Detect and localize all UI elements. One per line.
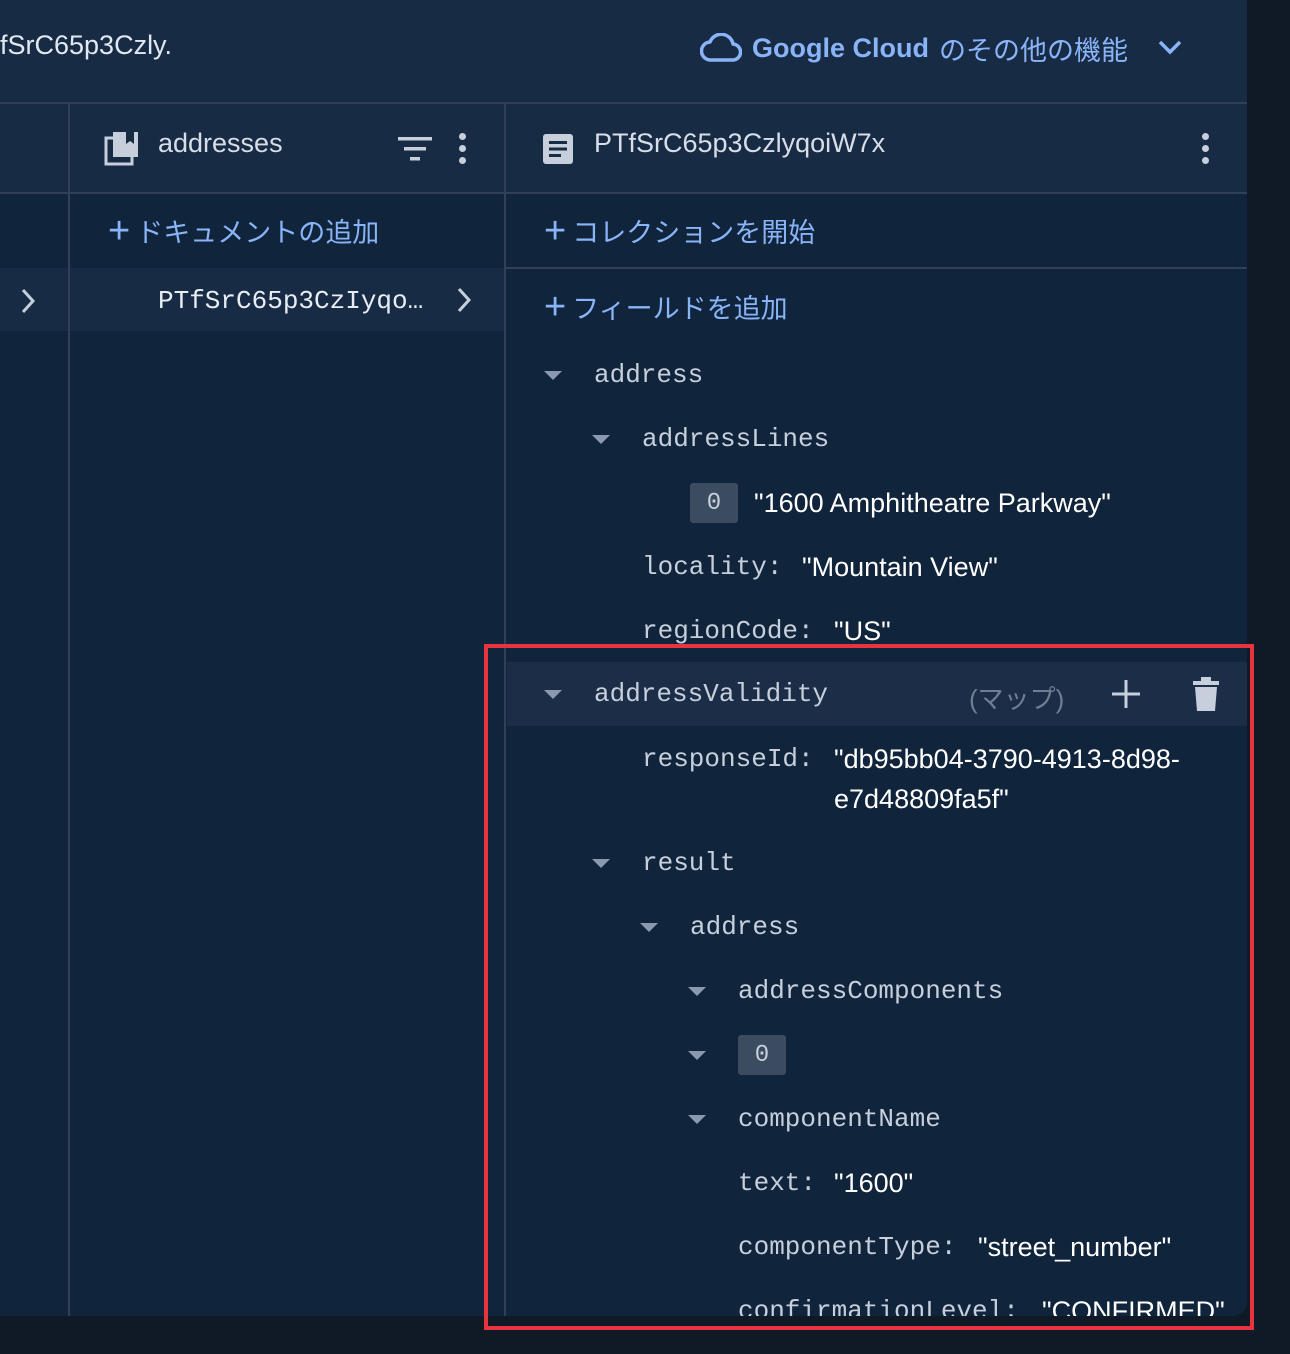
document-more-menu-icon[interactable] [1202, 133, 1210, 169]
collection-icon [104, 132, 138, 166]
collapse-arrow-icon[interactable] [640, 923, 658, 932]
root-column-header [0, 104, 68, 194]
collapse-arrow-icon[interactable] [688, 1051, 706, 1060]
field-value-responseid-line2: e7d48809fa5f" [834, 784, 1009, 814]
field-value-text: "1600" [834, 1168, 914, 1198]
add-document-label: ドキュメントの追加 [136, 218, 380, 248]
field-key-addressvalidity: addressValidity [594, 679, 829, 709]
field-key-text: text: [738, 1168, 817, 1198]
collapse-arrow-icon[interactable] [544, 371, 562, 380]
field-key-result: result [642, 848, 736, 878]
document-id: PTfSrC65p3CzlyqoiW7x [594, 128, 886, 158]
add-field-label: フィールドを追加 [572, 294, 788, 324]
filter-icon[interactable] [396, 134, 434, 164]
start-collection-label: コレクションを開始 [572, 218, 816, 248]
array-index-badge: 0 [690, 483, 738, 523]
cloud-icon [700, 33, 742, 62]
collapse-arrow-icon[interactable] [592, 859, 610, 868]
field-row-addressvalidity[interactable]: addressValidity (マップ) [507, 662, 1247, 726]
field-key-result-address: address [690, 912, 800, 942]
collapse-arrow-icon[interactable] [592, 435, 610, 444]
breadcrumb[interactable]: fSrC65p3Czly. [0, 30, 172, 61]
field-key-addresslines: addressLines [642, 424, 830, 454]
chevron-down-icon [1158, 40, 1182, 55]
start-collection-button[interactable]: + コレクションを開始 [544, 211, 815, 250]
field-key-responseid: responseId: [642, 744, 814, 774]
plus-icon: + [108, 209, 131, 252]
field-key-regioncode: regionCode: [642, 616, 814, 646]
top-bar: fSrC65p3Czly. Google Cloud のその他の機能 [0, 0, 1247, 104]
field-key-locality: locality: [642, 552, 783, 582]
firestore-panel: fSrC65p3Czly. Google Cloud のその他の機能 addre… [0, 0, 1247, 1316]
field-value-regioncode: "US" [834, 616, 891, 646]
add-field-button[interactable]: + フィールドを追加 [544, 287, 788, 326]
document-list-item-label: PTfSrC65p3CzIyqo… [158, 286, 424, 316]
trash-icon[interactable] [1192, 676, 1220, 712]
field-type-label: (マップ) [969, 684, 1065, 714]
add-icon[interactable] [1111, 679, 1141, 709]
chevron-right-icon [457, 287, 472, 313]
document-list-item[interactable]: PTfSrC65p3CzIyqo… [70, 268, 504, 331]
field-key-address: address [594, 360, 704, 390]
collection-more-menu-icon[interactable] [459, 133, 467, 169]
divider [506, 267, 1247, 269]
collapse-arrow-icon[interactable] [544, 690, 562, 699]
collapse-arrow-icon[interactable] [688, 1115, 706, 1124]
collection-name: addresses [158, 128, 283, 158]
add-document-button[interactable]: + ドキュメントの追加 [108, 211, 379, 250]
field-value-responseid-line1: "db95bb04-3790-4913-8d98- [834, 744, 1180, 774]
chevron-right-icon [21, 288, 36, 314]
array-index-badge: 0 [738, 1035, 786, 1075]
field-key-confirmationlevel: confirmationLevel: [738, 1296, 1019, 1316]
plus-icon: + [544, 209, 567, 252]
collapse-arrow-icon[interactable] [688, 987, 706, 996]
field-value-addressline: "1600 Amphitheatre Parkway" [754, 488, 1111, 518]
field-value-componenttype: "street_number" [978, 1232, 1172, 1262]
field-value-locality: "Mountain View" [802, 552, 998, 582]
document-icon [543, 134, 573, 164]
field-value-confirmationlevel: "CONFIRMED" [1042, 1296, 1225, 1316]
more-features-label: のその他の機能 [938, 35, 1128, 66]
google-cloud-label: Google Cloud [752, 32, 929, 63]
field-key-componenttype: componentType: [738, 1232, 957, 1262]
field-key-addresscomponents: addressComponents [738, 976, 1004, 1006]
plus-icon: + [544, 285, 567, 328]
column-divider [504, 104, 506, 1316]
field-key-componentname: componentName [738, 1104, 941, 1134]
google-cloud-more-features-button[interactable]: Google Cloud のその他の機能 [700, 28, 1190, 68]
